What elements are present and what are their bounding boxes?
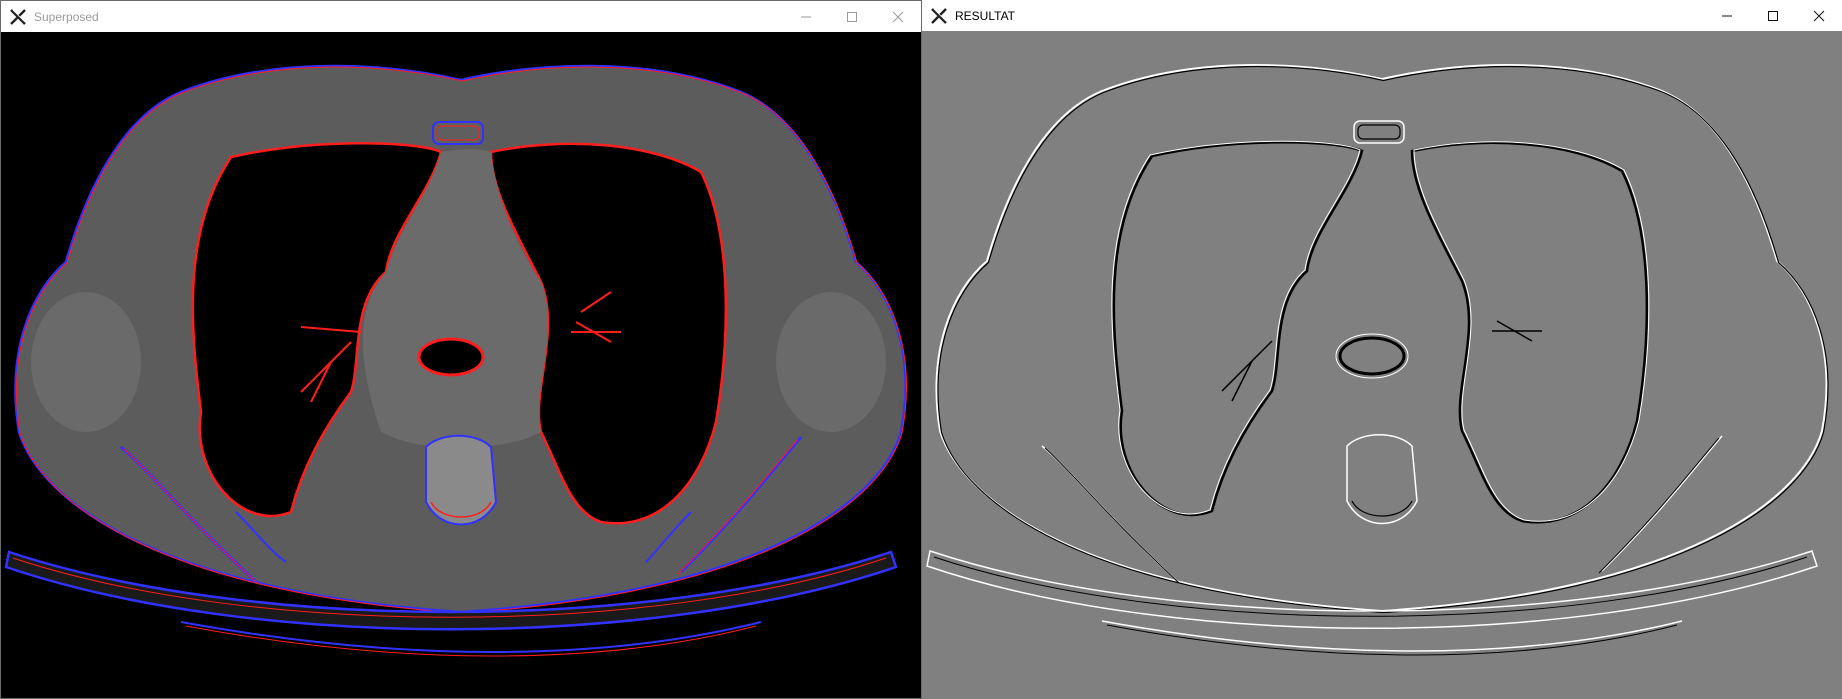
- maximize-button[interactable]: [1750, 0, 1796, 31]
- superposed-window[interactable]: Superposed: [0, 0, 922, 699]
- window-title: Superposed: [34, 9, 99, 24]
- trachea: [417, 337, 485, 377]
- edge-result-image: [922, 31, 1842, 699]
- ct-overlay-image: [1, 32, 921, 698]
- x-app-icon: [10, 8, 26, 25]
- minimize-icon: [801, 16, 811, 17]
- window-title: RESULTAT: [955, 8, 1016, 23]
- resultat-image-canvas: [922, 31, 1842, 699]
- minimize-button[interactable]: [1704, 0, 1750, 31]
- close-button[interactable]: [875, 1, 921, 32]
- spine: [425, 434, 498, 526]
- maximize-icon: [1768, 10, 1778, 21]
- close-button[interactable]: [1796, 0, 1842, 31]
- close-icon: [1813, 10, 1825, 21]
- resultat-titlebar[interactable]: RESULTAT: [922, 0, 1842, 31]
- maximize-button[interactable]: [829, 1, 875, 32]
- x-app-icon: [931, 7, 947, 24]
- superposed-image-canvas: [1, 32, 921, 698]
- superposed-titlebar[interactable]: Superposed: [1, 1, 921, 32]
- maximize-icon: [847, 11, 857, 22]
- minimize-icon: [1722, 15, 1732, 16]
- close-icon: [892, 11, 904, 22]
- resultat-window[interactable]: RESULTAT: [922, 0, 1842, 699]
- sternum: [432, 121, 484, 145]
- minimize-button[interactable]: [783, 1, 829, 32]
